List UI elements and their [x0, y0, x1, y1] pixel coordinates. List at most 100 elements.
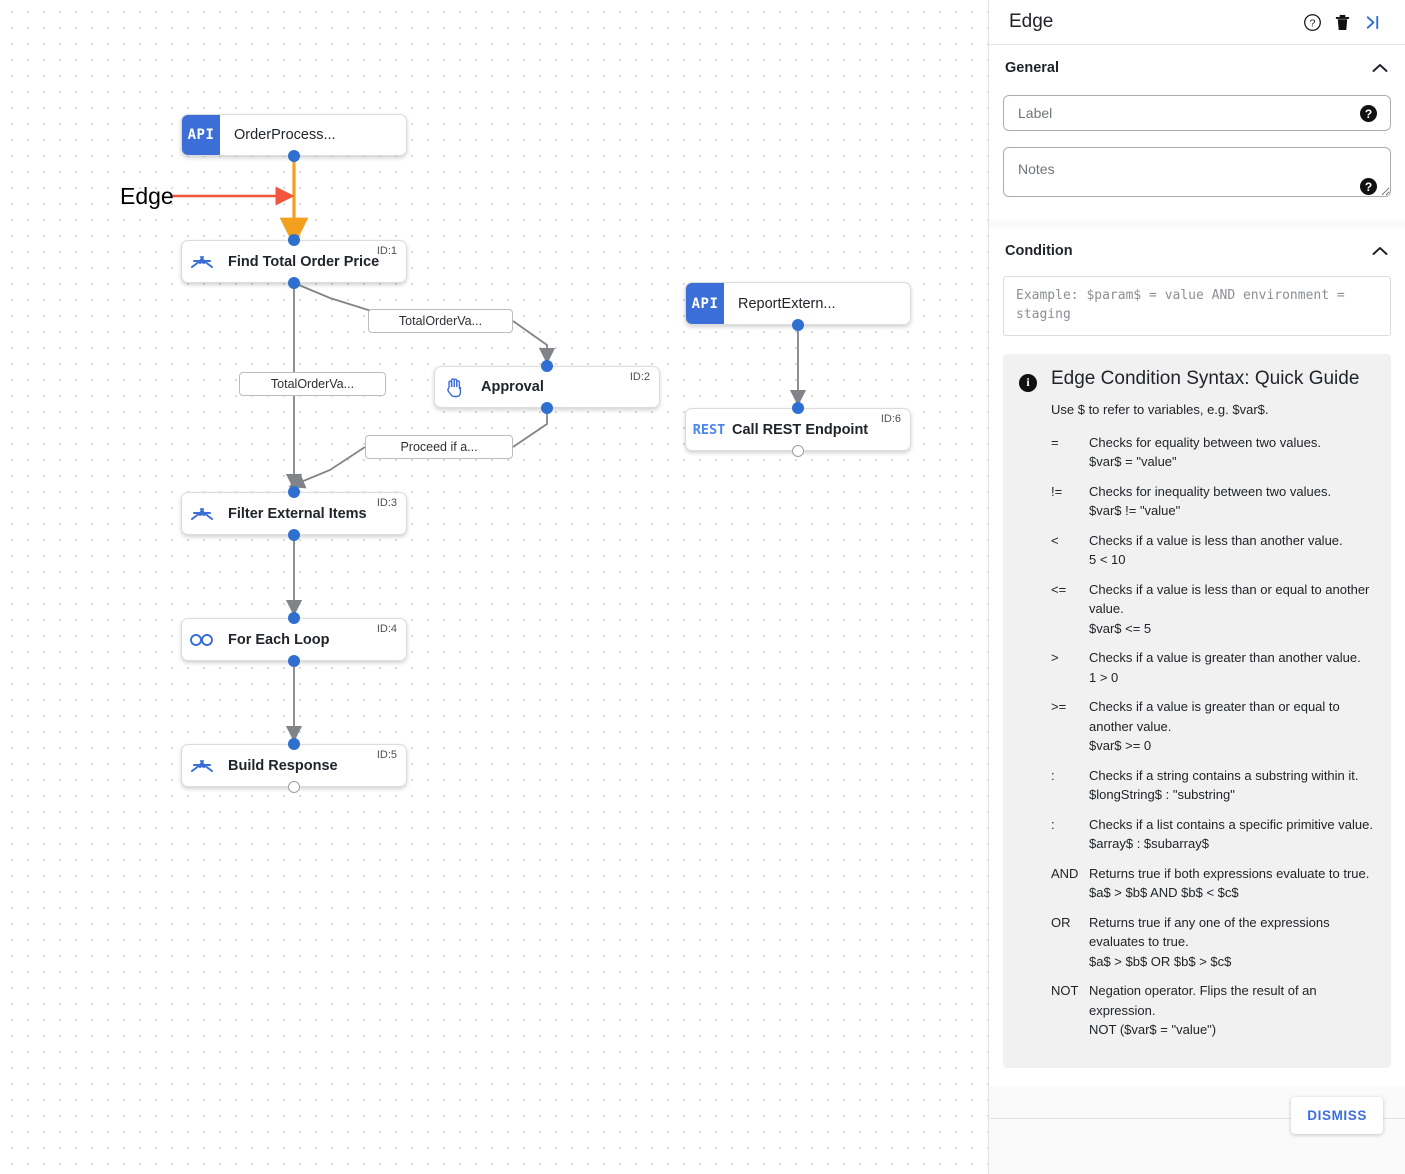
chevron-up-icon[interactable]	[1371, 59, 1389, 77]
guide-operator-row: : Checks if a string contains a substring…	[1051, 766, 1375, 805]
guide-title: Edge Condition Syntax: Quick Guide	[1051, 367, 1360, 389]
node-title: Approval	[481, 379, 544, 395]
guide-operator-example: $var$ != "value"	[1089, 503, 1181, 519]
guide-operator-list: = Checks for equality between two values.…	[1051, 433, 1375, 1040]
edge-label-total-order-value-2[interactable]: TotalOrderVa...	[239, 372, 386, 396]
node-title: Find Total Order Price	[228, 253, 380, 270]
notes-help-icon[interactable]: ?	[1360, 178, 1377, 195]
port-input-find-total[interactable]	[288, 234, 300, 246]
annotation-label-edge: Edge	[120, 183, 174, 209]
edge-approval-to-filter-b[interactable]	[288, 446, 366, 489]
panel-scroll-area[interactable]: General ? ? Condition	[989, 45, 1405, 1118]
node-id-tag: ID:5	[376, 749, 397, 761]
dismiss-button[interactable]: DISMISS	[1291, 1097, 1383, 1134]
guide-operator-row: OR Returns true if any one of the express…	[1051, 913, 1375, 972]
port-output-build[interactable]	[288, 781, 300, 793]
guide-operator-example: $var$ = "value"	[1089, 454, 1177, 470]
node-id-tag: ID:4	[376, 623, 397, 635]
guide-operator-symbol: <	[1051, 532, 1059, 548]
guide-operator-row: = Checks for equality between two values.…	[1051, 433, 1375, 472]
section-condition: Condition Example: $param$ = value AND e…	[989, 228, 1405, 1086]
guide-operator-example: $a$ > $b$ AND $b$ < $c$	[1089, 885, 1239, 901]
guide-operator-row: != Checks for inequality between two valu…	[1051, 482, 1375, 521]
edge-label-total-order-value-1[interactable]: TotalOrderVa...	[368, 309, 513, 333]
merge-arrows-icon	[182, 757, 222, 775]
port-output-approval[interactable]	[541, 402, 553, 414]
delete-icon[interactable]	[1327, 7, 1357, 37]
guide-operator-example: NOT ($var$ = "value")	[1089, 1022, 1217, 1038]
port-input-build[interactable]	[288, 738, 300, 750]
guide-operator-description: Checks if a list contains a specific pri…	[1089, 815, 1375, 854]
node-id-tag: ID:2	[629, 371, 650, 383]
panel-title: Edge	[1009, 11, 1054, 32]
merge-arrows-icon	[182, 253, 222, 271]
guide-operator-example: $var$ <= 5	[1089, 620, 1152, 636]
node-id-tag: ID:3	[376, 497, 397, 509]
edge-layer	[172, 157, 807, 743]
guide-operator-row: >= Checks if a value is greater than or e…	[1051, 697, 1375, 756]
guide-operator-example: $var$ >= 0	[1089, 738, 1152, 754]
guide-operator-example: 5 < 10	[1089, 552, 1126, 568]
port-input-callrest[interactable]	[792, 402, 804, 414]
api-badge-icon: API	[182, 115, 220, 155]
port-output-callrest[interactable]	[792, 445, 804, 457]
edge-find-total-to-approval-b[interactable]	[512, 320, 556, 365]
edge-approval-to-filter-a[interactable]	[512, 410, 548, 448]
svg-text:?: ?	[1309, 18, 1315, 29]
port-output-reportextern[interactable]	[792, 319, 804, 331]
guide-operator-row: <= Checks if a value is less than or equa…	[1051, 580, 1375, 639]
guide-operator-description: Checks if a value is less than or equal …	[1089, 580, 1375, 639]
port-output-find-total[interactable]	[288, 277, 300, 289]
node-title: ReportExtern...	[738, 295, 836, 312]
label-field-wrapper: ?	[1003, 95, 1391, 131]
port-output-foreach[interactable]	[288, 655, 300, 667]
flow-canvas[interactable]: Edge API OrderProcess... Find Total Orde…	[0, 0, 988, 1174]
guide-operator-description: Checks if a value is less than another v…	[1089, 531, 1375, 570]
section-condition-title: Condition	[1005, 243, 1073, 259]
guide-operator-description: Returns true if both expressions evaluat…	[1089, 864, 1375, 903]
node-id-tag: ID:6	[880, 413, 901, 425]
condition-syntax-guide: i Edge Condition Syntax: Quick Guide Use…	[1003, 353, 1391, 1068]
guide-operator-symbol: <=	[1051, 581, 1067, 597]
guide-operator-symbol: >	[1051, 650, 1059, 666]
guide-operator-description: Checks for inequality between two values…	[1089, 482, 1375, 521]
guide-operator-symbol: =	[1051, 434, 1059, 450]
help-icon[interactable]: ?	[1297, 7, 1327, 37]
port-input-foreach[interactable]	[288, 612, 300, 624]
condition-editor[interactable]: Example: $param$ = value AND environment…	[1003, 276, 1391, 336]
guide-operator-symbol: :	[1051, 767, 1055, 783]
chevron-up-icon[interactable]	[1371, 242, 1389, 260]
notes-textarea[interactable]	[1003, 147, 1391, 197]
hand-icon	[435, 376, 475, 398]
guide-operator-symbol: NOT	[1051, 983, 1079, 999]
label-help-icon[interactable]: ?	[1360, 105, 1377, 122]
guide-operator-description: Checks if a value is greater than anothe…	[1089, 648, 1375, 687]
guide-operator-symbol: AND	[1051, 865, 1079, 881]
panel-footer: DISMISS	[989, 1097, 1405, 1174]
guide-operator-description: Negation operator. Flips the result of a…	[1089, 981, 1375, 1040]
node-title: For Each Loop	[228, 631, 330, 648]
section-condition-header[interactable]: Condition	[1003, 228, 1391, 274]
guide-operator-symbol: !=	[1051, 483, 1063, 499]
label-input[interactable]	[1003, 95, 1391, 131]
guide-operator-example: $a$ > $b$ OR $b$ > $c$	[1089, 953, 1232, 969]
collapse-panel-icon[interactable]	[1357, 7, 1387, 37]
guide-operator-row: > Checks if a value is greater than anoth…	[1051, 648, 1375, 687]
guide-operator-description: Checks if a value is greater than or equ…	[1089, 697, 1375, 756]
panel-header: Edge ?	[989, 0, 1405, 45]
guide-operator-symbol: :	[1051, 816, 1055, 832]
port-input-filter[interactable]	[288, 486, 300, 498]
port-output-filter[interactable]	[288, 529, 300, 541]
edge-label-proceed-if[interactable]: Proceed if a...	[365, 435, 513, 459]
guide-intro: Use $ to refer to variables, e.g. $var$.	[1051, 401, 1269, 417]
port-input-approval[interactable]	[541, 360, 553, 372]
port-output-orderprocess[interactable]	[288, 150, 300, 162]
guide-operator-row: AND Returns true if both expressions eval…	[1051, 864, 1375, 903]
node-title: OrderProcess...	[234, 127, 336, 143]
section-general-header[interactable]: General	[1003, 45, 1391, 91]
infinity-loop-icon	[182, 633, 222, 647]
node-title: Call REST Endpoint	[732, 421, 869, 438]
section-general: General ? ?	[989, 45, 1405, 220]
api-badge-icon: API	[686, 283, 724, 324]
guide-operator-row: NOT Negation operator. Flips the result o…	[1051, 981, 1375, 1040]
